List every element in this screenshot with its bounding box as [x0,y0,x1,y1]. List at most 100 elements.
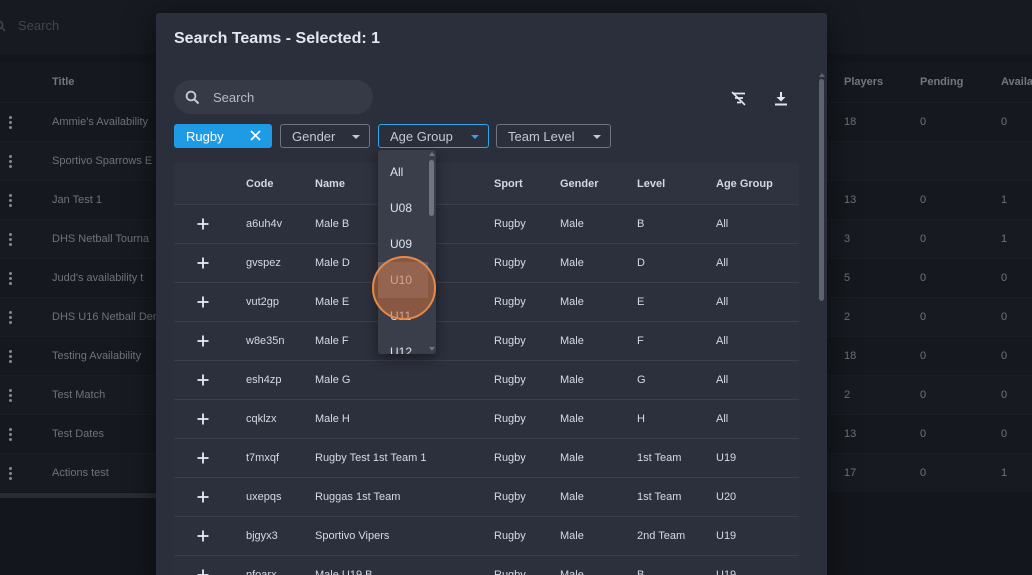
cell-level: B [637,218,645,230]
plus-icon[interactable] [197,452,209,464]
modal-scroll-thumb[interactable] [819,79,824,301]
plus-icon[interactable] [197,218,209,230]
clear-filters-button[interactable] [729,89,747,107]
download-button[interactable] [772,89,790,107]
dropdown-option-u08[interactable]: U08 [378,190,428,226]
table-row[interactable]: esh4zp Male G Rugby Male G All [174,361,799,400]
teams-table: Code Name Sport Gender Level Age Group a… [174,163,799,575]
cell-level: F [637,335,644,347]
column-sport: Sport [494,177,523,190]
cell-age-group: All [716,296,729,308]
cell-level: H [637,413,645,425]
table-row[interactable]: gvspez Male D Rugby Male D All [174,244,799,283]
modal-title: Search Teams - Selected: 1 [174,30,381,47]
cell-age-group: U20 [716,491,737,503]
plus-icon[interactable] [197,413,209,425]
cell-age-group: All [716,413,729,425]
chevron-down-icon [352,135,360,139]
cell-sport: Rugby [494,491,526,503]
dropdown-option-all[interactable]: All [378,154,428,190]
cell-sport: Rugby [494,530,526,542]
cell-name: Male F [315,335,349,347]
cell-name: Sportivo Vipers [315,530,390,542]
table-row[interactable]: bjgyx3 Sportivo Vipers Rugby Male 2nd Team U1… [174,517,799,556]
team-level-filter-label: Team Level [508,128,575,144]
cell-level: 2nd Team [637,530,686,542]
dropdown-option-u09[interactable]: U09 [378,226,428,262]
gender-filter-label: Gender [292,128,336,144]
cell-gender: Male [560,335,584,347]
column-gender: Gender [560,177,599,190]
team-search-input[interactable] [213,89,363,105]
dropdown-option-u12[interactable]: U12 [378,334,428,354]
scroll-up-arrow-icon[interactable] [429,152,435,156]
cell-level: G [637,374,646,386]
cell-gender: Male [560,569,584,575]
cell-level: 1st Team [637,491,682,503]
cell-level: B [637,569,645,575]
table-row[interactable]: cqklzx Male H Rugby Male H All [174,400,799,439]
cell-age-group: U19 [716,530,737,542]
search-teams-modal: Search Teams - Selected: 1 Rugby Gender … [156,13,827,575]
cell-sport: Rugby [494,218,526,230]
cell-gender: Male [560,530,584,542]
plus-icon[interactable] [197,374,209,386]
cell-code: uxepqs [246,491,282,503]
scroll-down-arrow-icon[interactable] [429,347,435,351]
scroll-up-arrow-icon[interactable] [819,73,825,77]
column-age-group: Age Group [716,177,773,190]
cell-gender: Male [560,218,584,230]
dropdown-option-u10[interactable]: U10 [378,262,428,298]
cell-gender: Male [560,296,584,308]
table-row[interactable]: w8e35n Male F Rugby Male F All [174,322,799,361]
dropdown-option-u11[interactable]: U11 [378,298,428,334]
cell-sport: Rugby [494,296,526,308]
column-name: Name [315,177,345,190]
sport-filter-chip[interactable]: Rugby [174,124,272,148]
cell-sport: Rugby [494,413,526,425]
table-row[interactable]: pfoarx Male U19 B Rugby Male B U19 [174,556,799,575]
plus-icon[interactable] [197,530,209,542]
cell-name: Male G [315,374,351,386]
cell-age-group: All [716,374,729,386]
cell-code: t7mxqf [246,452,280,464]
close-icon[interactable] [249,129,262,142]
modal-scrollbar[interactable] [819,73,825,575]
cell-gender: Male [560,491,584,503]
cell-code: cqklzx [246,413,277,425]
team-search[interactable] [174,80,373,114]
cell-age-group: All [716,257,729,269]
search-icon [185,90,200,104]
dropdown-scroll-thumb[interactable] [429,160,434,216]
cell-gender: Male [560,374,584,386]
dropdown-scrollbar[interactable] [428,150,436,354]
cell-sport: Rugby [494,335,526,347]
cell-name: Male B [315,218,350,230]
plus-icon[interactable] [197,335,209,347]
cell-level: D [637,257,645,269]
cell-gender: Male [560,413,584,425]
cell-name: Male D [315,257,350,269]
cell-code: vut2gp [246,296,280,308]
download-icon [775,91,787,105]
age-group-filter-label: Age Group [390,128,453,144]
table-row[interactable]: uxepqs Ruggas 1st Team Rugby Male 1st Team U2… [174,478,799,517]
plus-icon[interactable] [197,569,209,575]
cell-sport: Rugby [494,569,526,575]
age-group-filter[interactable]: Age Group [378,124,489,148]
plus-icon[interactable] [197,491,209,503]
cell-level: 1st Team [637,452,682,464]
team-level-filter[interactable]: Team Level [496,124,611,148]
table-row[interactable]: a6uh4v Male B Rugby Male B All [174,205,799,244]
cell-age-group: All [716,218,729,230]
cell-code: bjgyx3 [246,530,278,542]
plus-icon[interactable] [197,296,209,308]
table-row[interactable]: t7mxqf Rugby Test 1st Team 1 Rugby Male 1st … [174,439,799,478]
column-code: Code [246,177,274,190]
table-row[interactable]: vut2gp Male E Rugby Male E All [174,283,799,322]
plus-icon[interactable] [197,257,209,269]
sport-filter-label: Rugby [186,128,224,144]
gender-filter[interactable]: Gender [280,124,370,148]
cell-sport: Rugby [494,452,526,464]
cell-name: Male U19 B [315,569,373,575]
